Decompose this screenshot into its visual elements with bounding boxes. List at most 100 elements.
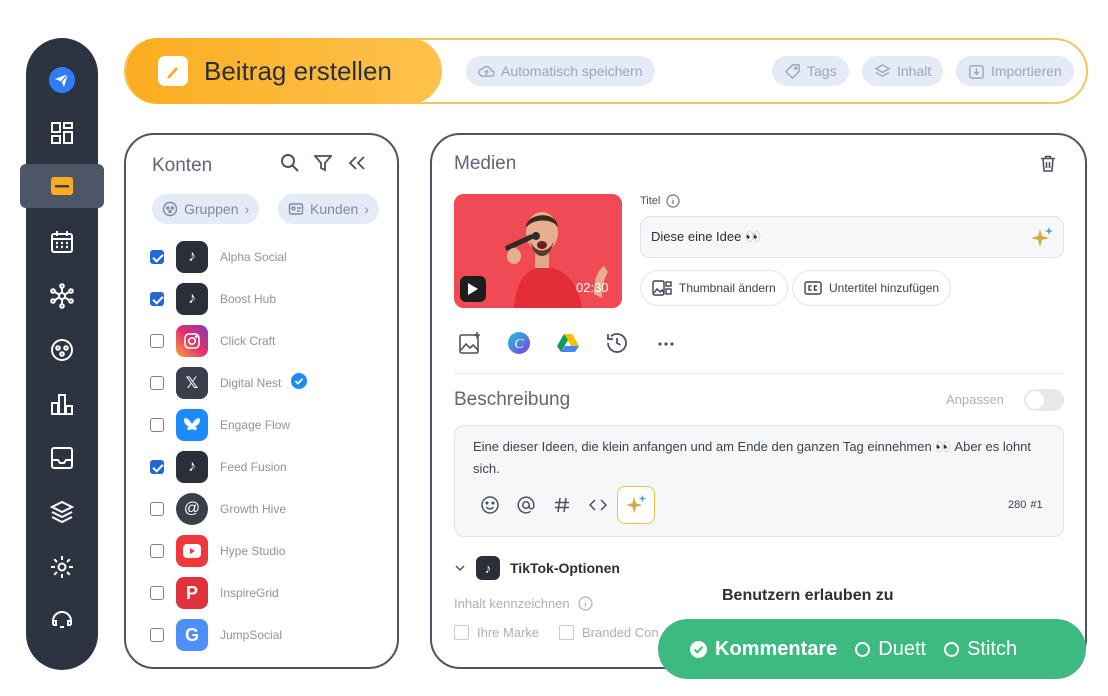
sidebar-item-compose[interactable] (20, 164, 104, 208)
analytics-icon (51, 394, 73, 415)
account-name: InspireGrid (220, 586, 279, 600)
canva-icon[interactable]: C (507, 331, 531, 360)
label-content-row: Inhalt kennzeichnen (454, 596, 593, 611)
autosave-button[interactable]: Automatisch speichern (466, 56, 655, 86)
sidebar-item-network[interactable] (26, 274, 98, 318)
history-icon[interactable] (605, 331, 629, 360)
search-icon[interactable] (280, 153, 300, 178)
collapse-icon[interactable] (348, 155, 366, 176)
customize-toggle[interactable] (1024, 389, 1064, 411)
account-row[interactable]: 𝕏 Digital Nest (150, 367, 390, 399)
account-checkbox[interactable] (150, 292, 164, 306)
account-row[interactable]: Click Craft (150, 325, 390, 357)
change-thumbnail-button[interactable]: Thumbnail ändern (640, 270, 788, 306)
account-row[interactable]: ♪ Boost Hub (150, 283, 390, 315)
comments-option[interactable]: Kommentare (690, 638, 837, 661)
import-button[interactable]: Importieren (956, 56, 1074, 86)
add-subtitles-button[interactable]: Untertitel hinzufügen (792, 270, 952, 306)
groups-label: Gruppen (184, 201, 239, 217)
account-name: JumpSocial (220, 628, 283, 642)
sidebar-item-layers[interactable] (26, 490, 98, 534)
sidebar-item-groups[interactable] (26, 328, 98, 372)
sidebar-logo[interactable] (26, 58, 98, 102)
youtube-icon (176, 535, 208, 567)
duet-option[interactable]: Duett (855, 638, 926, 661)
description-textarea[interactable]: Eine dieser Ideen, die klein anfangen un… (454, 425, 1064, 537)
title-label-row: Titel (640, 194, 680, 208)
tiktok-icon: ♪ (176, 283, 208, 315)
id-card-icon (288, 203, 304, 215)
account-name: Click Craft (220, 334, 276, 348)
groups-icon (162, 201, 178, 217)
sidebar (20, 38, 104, 670)
title-input[interactable]: Diese eine Idee 👀 (640, 216, 1064, 258)
ai-sparkle-icon[interactable] (1030, 226, 1054, 255)
inbox-icon (51, 447, 73, 469)
video-thumbnail[interactable]: 02:30 (454, 194, 622, 308)
google-drive-icon[interactable] (556, 331, 580, 360)
tags-button[interactable]: Tags (772, 56, 849, 86)
account-row[interactable]: ♪ Feed Fusion (150, 451, 390, 483)
sidebar-item-dashboard[interactable] (26, 111, 98, 155)
radio-circle-icon (855, 641, 871, 657)
account-row[interactable]: Hype Studio (150, 535, 390, 567)
trash-icon[interactable] (1040, 155, 1056, 177)
tiktok-options-header[interactable]: ♪ TikTok-Optionen (454, 556, 620, 580)
branded-content-option[interactable]: Branded Con (559, 625, 659, 640)
stitch-option[interactable]: Stitch (944, 638, 1017, 661)
code-icon[interactable] (588, 495, 608, 520)
tiktok-options-title: TikTok-Optionen (510, 560, 620, 576)
more-options-icon[interactable] (654, 331, 678, 360)
account-checkbox[interactable] (150, 628, 164, 642)
account-checkbox[interactable] (150, 460, 164, 474)
cloud-upload-icon (478, 65, 495, 77)
instagram-icon (176, 325, 208, 357)
content-button[interactable]: Inhalt (862, 56, 944, 86)
calendar-icon (51, 231, 73, 253)
account-checkbox[interactable] (150, 376, 164, 390)
layers-icon (49, 500, 75, 524)
description-text: Eine dieser Ideen, die klein anfangen un… (473, 439, 1032, 476)
content-label: Inhalt (897, 63, 932, 79)
char-counter: 280 #1 (1008, 499, 1043, 511)
filter-icon[interactable] (313, 154, 333, 177)
account-row[interactable]: P InspireGrid (150, 577, 390, 609)
sidebar-item-settings[interactable] (26, 545, 98, 589)
account-row[interactable]: ♪ Alpha Social (150, 241, 390, 273)
account-checkbox[interactable] (150, 250, 164, 264)
sidebar-item-analytics[interactable] (26, 382, 98, 426)
bluesky-icon (176, 409, 208, 441)
info-icon (578, 596, 593, 611)
page-title-block: Beitrag erstellen (126, 38, 442, 104)
sidebar-item-inbox[interactable] (26, 436, 98, 480)
customers-chip[interactable]: Kunden › (278, 194, 379, 224)
branded-content-checkbox[interactable] (559, 625, 574, 640)
own-brand-checkbox[interactable] (454, 625, 469, 640)
ai-assist-button[interactable] (617, 486, 655, 524)
tiktok-icon: ♪ (176, 241, 208, 273)
play-icon[interactable] (460, 276, 486, 302)
add-image-icon[interactable] (458, 331, 482, 360)
thumbnail-icon (652, 280, 672, 296)
account-checkbox[interactable] (150, 544, 164, 558)
account-row[interactable]: @ Growth Hive (150, 493, 390, 525)
mention-icon[interactable] (516, 495, 536, 520)
account-checkbox[interactable] (150, 502, 164, 516)
google-icon: G (176, 619, 208, 651)
customize-label: Anpassen (946, 392, 1004, 407)
sidebar-item-support[interactable] (26, 599, 98, 643)
account-row[interactable]: G JumpSocial (150, 619, 390, 651)
own-brand-option[interactable]: Ihre Marke (454, 625, 539, 640)
dashboard-icon (51, 122, 73, 144)
account-name: Boost Hub (220, 292, 277, 306)
add-subtitles-label: Untertitel hinzufügen (829, 281, 940, 295)
sidebar-item-calendar[interactable] (26, 220, 98, 264)
account-checkbox[interactable] (150, 418, 164, 432)
info-icon (666, 194, 680, 208)
account-checkbox[interactable] (150, 586, 164, 600)
hashtag-icon[interactable] (552, 495, 572, 520)
emoji-icon[interactable] (480, 495, 500, 520)
account-row[interactable]: Engage Flow (150, 409, 390, 441)
groups-chip[interactable]: Gruppen › (152, 194, 260, 224)
account-checkbox[interactable] (150, 334, 164, 348)
